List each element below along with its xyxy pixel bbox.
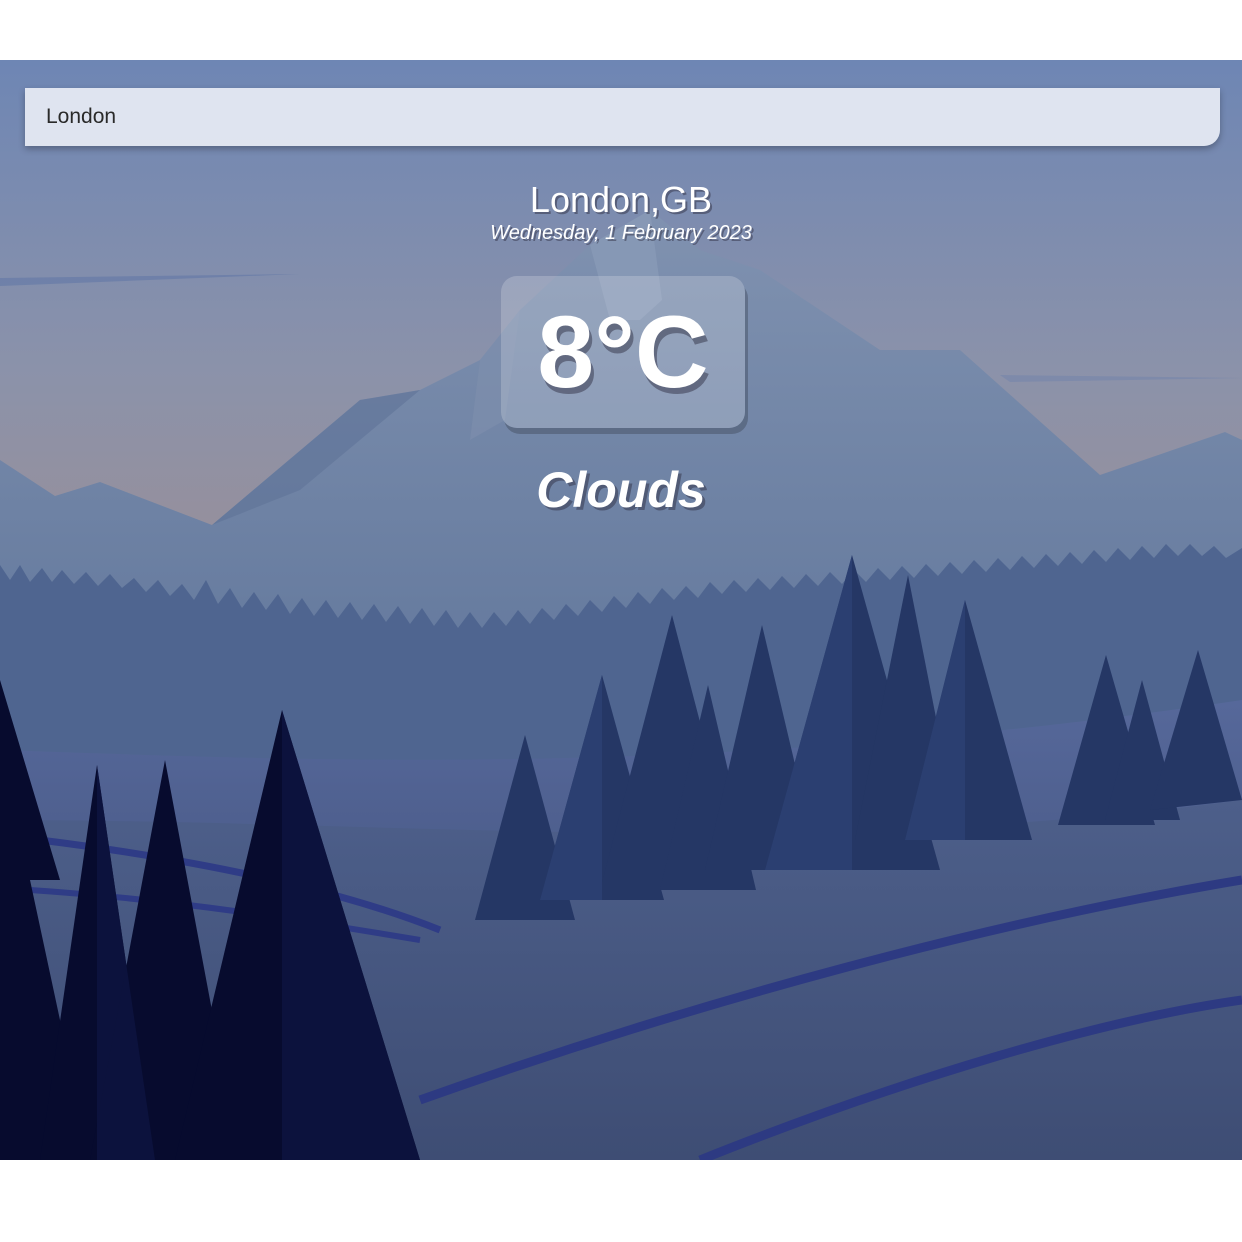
weather-condition: Clouds <box>536 462 706 518</box>
current-date: Wednesday, 1 February 2023 <box>490 222 752 244</box>
search-input[interactable] <box>25 88 1220 146</box>
temperature-display: 8°C <box>501 276 745 428</box>
location-box: London,GB Wednesday, 1 February 2023 <box>0 178 1242 245</box>
weather-app: London,GB Wednesday, 1 February 2023 8°C… <box>0 60 1242 1160</box>
location-name: London,GB <box>529 179 713 220</box>
